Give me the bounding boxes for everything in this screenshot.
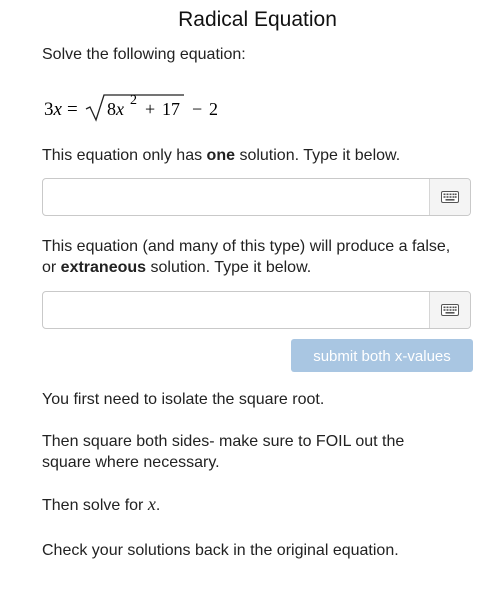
part1-prompt: This equation only has one solution. Typ… <box>42 147 401 164</box>
hint-step-3: Then solve for x. <box>42 494 161 514</box>
keyboard-icon <box>441 191 459 203</box>
hint-variable: x <box>147 494 156 514</box>
eq-radicand-plus: + <box>145 99 155 119</box>
svg-text:3x: 3x <box>44 99 63 120</box>
eq-lhs-var: x <box>53 99 63 120</box>
answer-input-1[interactable] <box>43 179 431 215</box>
equation-svg: 3x = 8x 2 + 17 − 2 <box>44 93 218 122</box>
submit-button[interactable]: submit both x-values <box>291 339 473 372</box>
hint-step-1: You first need to isolate the square roo… <box>42 391 325 408</box>
keyboard-button-1[interactable] <box>429 179 470 215</box>
eq-lhs-coef: 3 <box>44 99 54 120</box>
eq-radicand-const: 17 <box>162 99 180 119</box>
hint-step-2: Then square both sides- make sure to FOI… <box>42 433 405 471</box>
eq-radicand-exp: 2 <box>130 93 137 108</box>
answer-input-2[interactable] <box>43 292 431 328</box>
svg-text:8x: 8x <box>107 99 124 119</box>
eq-radicand-var: x <box>115 99 124 119</box>
answer-field-1 <box>42 178 471 216</box>
keyboard-icon <box>441 304 459 316</box>
eq-minus: − <box>192 99 202 119</box>
instruction-text: Solve the following equation: <box>42 46 246 63</box>
keyboard-button-2[interactable] <box>429 292 470 328</box>
eq-radicand-coef: 8 <box>107 99 116 119</box>
eq-const: 2 <box>209 99 218 119</box>
answer-field-2 <box>42 291 471 329</box>
hint-step-4: Check your solutions back in the origina… <box>42 542 399 559</box>
page-title: Radical Equation <box>178 8 337 31</box>
radical-equation: 3x = 8x 2 + 17 − 2 <box>44 92 244 124</box>
eq-equals: = <box>67 99 78 120</box>
part2-prompt: This equation (and many of this type) wi… <box>42 238 451 276</box>
